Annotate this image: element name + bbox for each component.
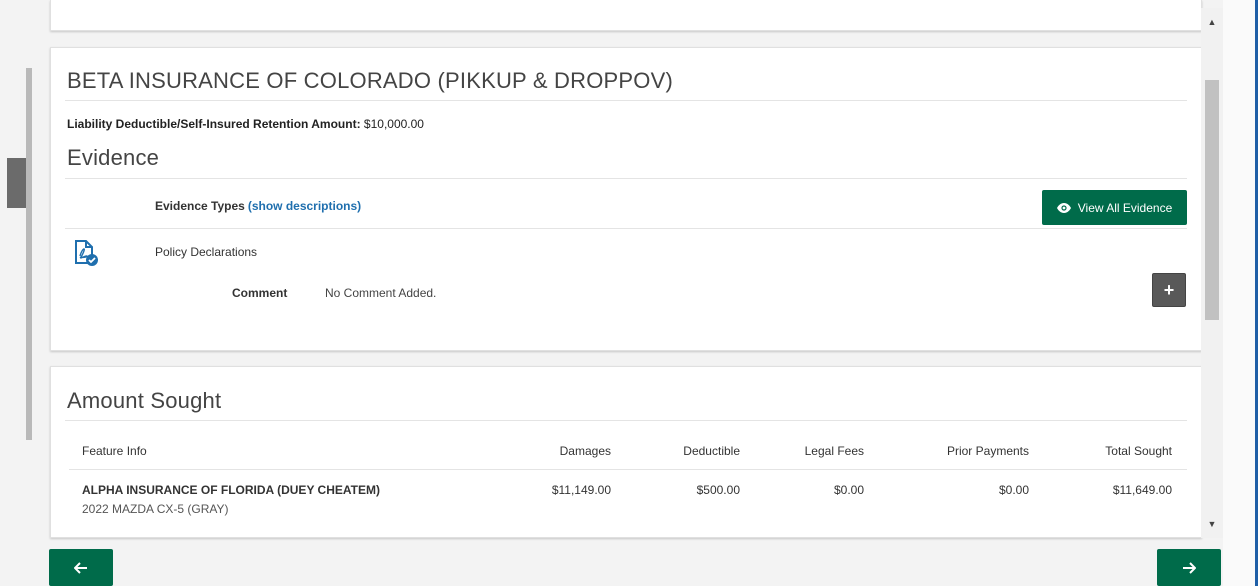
cell-total-sought: $11,649.00 [1112,483,1172,497]
cell-damages: $11,149.00 [551,483,611,497]
deductible-row: Liability Deductible/Self-Insured Retent… [67,117,424,131]
cell-legal-fees: $0.00 [833,483,864,497]
divider [65,178,1187,179]
next-button[interactable] [1157,549,1221,586]
column-header-total-sought: Total Sought [1105,444,1172,458]
policy-title: BETA INSURANCE OF COLORADO (PIKKUP & DRO… [67,68,673,93]
pdf-check-icon[interactable] [71,239,99,267]
comment-label: Comment [232,286,288,300]
amount-sought-heading: Amount Sought [67,388,222,413]
back-button[interactable] [49,549,113,586]
evidence-heading: Evidence [67,145,160,170]
deductible-value: $10,000.00 [363,117,424,131]
deductible-label: Liability Deductible/Self-Insured Retent… [67,117,361,131]
column-header-damages: Damages [559,444,611,458]
plus-icon: + [1163,279,1175,300]
view-all-evidence-button[interactable]: View All Evidence [1042,190,1187,225]
scroll-down-icon[interactable]: ▼ [1201,516,1223,532]
amount-sought-card: Amount Sought Feature Info Damages Deduc… [50,366,1202,538]
view-all-evidence-label: View All Evidence [1077,200,1173,215]
left-panel-edge [26,68,32,440]
scrollbar-thumb[interactable] [1205,80,1219,320]
column-header-feature-info: Feature Info [82,444,147,458]
show-descriptions-link[interactable]: (show descriptions) [248,199,361,213]
column-header-legal-fees: Legal Fees [804,444,864,458]
arrow-left-icon [74,561,87,574]
left-panel-toggle[interactable] [7,158,26,208]
scroll-up-icon[interactable]: ▲ [1201,14,1223,30]
evidence-item-name: Policy Declarations [155,245,258,259]
feature-vehicle: 2022 MAZDA CX-5 (GRAY) [82,502,229,516]
column-header-prior-payments: Prior Payments [946,444,1029,458]
column-header-deductible: Deductible [683,444,740,458]
add-comment-button[interactable]: + [1152,273,1186,307]
policy-card: BETA INSURANCE OF COLORADO (PIKKUP & DRO… [50,47,1202,351]
divider [65,228,1187,229]
cell-prior-payments: $0.00 [998,483,1029,497]
cell-deductible: $500.00 [696,483,740,497]
divider [65,100,1187,101]
feature-name: ALPHA INSURANCE OF FLORIDA (DUEY CHEATEM… [82,483,380,497]
eye-icon [1056,202,1071,213]
previous-card-bottom [50,0,1202,31]
comment-value: No Comment Added. [325,286,437,300]
right-gutter [1223,0,1255,586]
evidence-types-row: Evidence Types (show descriptions) [155,199,361,213]
vertical-scrollbar[interactable]: ▲ ▼ [1201,8,1223,538]
arrow-right-icon [1183,561,1196,574]
divider [65,420,1187,421]
table-header-divider [69,469,1187,470]
evidence-types-label: Evidence Types [155,199,245,213]
